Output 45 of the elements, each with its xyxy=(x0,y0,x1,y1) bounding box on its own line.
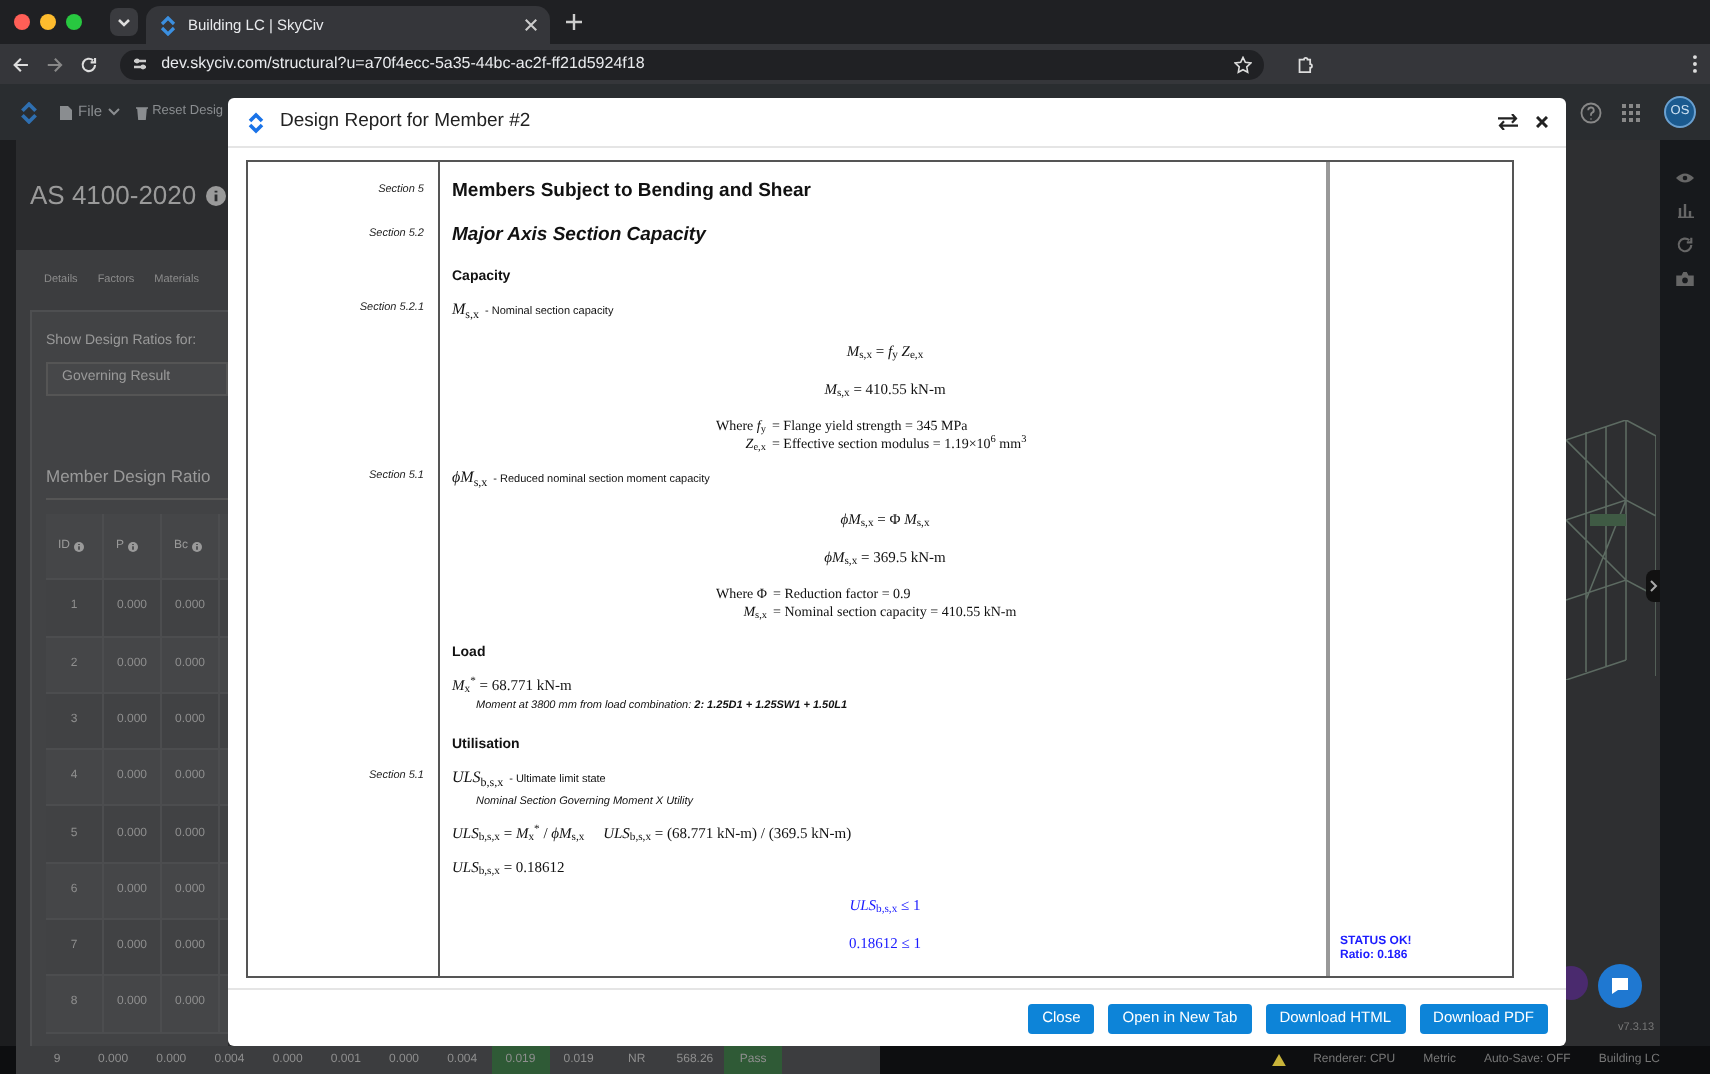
info-icon[interactable] xyxy=(74,541,84,552)
math-symbol: ϕM$_{s,x}$ xyxy=(452,466,488,488)
logo-icon xyxy=(158,15,178,35)
close-window-icon[interactable] xyxy=(14,14,30,30)
maximize-window-icon[interactable] xyxy=(66,14,82,30)
new-tab-icon[interactable] xyxy=(566,14,582,30)
rotate-icon[interactable] xyxy=(1676,236,1694,254)
apps-grid-icon[interactable] xyxy=(1622,103,1640,121)
back-icon[interactable] xyxy=(12,55,30,73)
info-icon[interactable] xyxy=(192,541,203,552)
info-icon[interactable] xyxy=(206,185,227,205)
dialog-title: Design Report for Member #2 xyxy=(280,107,533,136)
model-label xyxy=(1590,514,1626,526)
address-bar[interactable]: dev.skyciv.com/structural?u=a70f4ecc-5a35-44bc-ac2f-ff21d5924f18 xyxy=(119,49,1265,79)
forward-icon[interactable] xyxy=(45,55,64,73)
math-symbol: ULS$_{b,s,x}$ xyxy=(452,766,504,788)
help-icon[interactable] xyxy=(1580,101,1602,123)
info-icon[interactable] xyxy=(128,541,139,552)
chat-icon xyxy=(1610,976,1630,996)
math-symbol: M$_{s,x}$ xyxy=(452,298,480,320)
camera-icon[interactable] xyxy=(1676,272,1694,286)
chat-button[interactable] xyxy=(1598,964,1642,1008)
chevron-right-icon[interactable] xyxy=(1646,570,1660,602)
extensions-icon[interactable] xyxy=(1296,55,1315,73)
bar-chart-icon[interactable] xyxy=(1677,202,1693,218)
caret-icon xyxy=(108,108,121,116)
warning-icon[interactable] xyxy=(1271,1054,1286,1066)
logo-icon[interactable] xyxy=(18,101,40,123)
section-subtitle: Major Axis Section Capacity xyxy=(452,224,709,246)
url-text: dev.skyciv.com/structural?u=a70f4ecc-5a35-44bc-ac2f-ff21d5924f18 xyxy=(161,52,647,76)
design-standard-title: AS 4100-2020 xyxy=(30,177,197,214)
minimize-window-icon[interactable] xyxy=(40,14,56,30)
bookmark-star-icon[interactable] xyxy=(1234,55,1253,73)
reload-icon[interactable] xyxy=(79,55,98,73)
trash-icon xyxy=(136,105,149,119)
logo-icon xyxy=(246,111,266,133)
tab-list-caret-icon[interactable] xyxy=(110,8,138,36)
close-icon[interactable] xyxy=(1536,116,1548,128)
eye-icon[interactable] xyxy=(1676,172,1694,184)
document-icon xyxy=(60,105,72,119)
more-icon[interactable] xyxy=(1692,54,1699,74)
section-title: Members Subject to Bending and Shear xyxy=(452,180,813,202)
site-info-icon[interactable] xyxy=(131,56,148,72)
table-title: Member Design Ratio xyxy=(46,463,213,489)
swap-arrows-icon[interactable] xyxy=(1498,114,1518,130)
